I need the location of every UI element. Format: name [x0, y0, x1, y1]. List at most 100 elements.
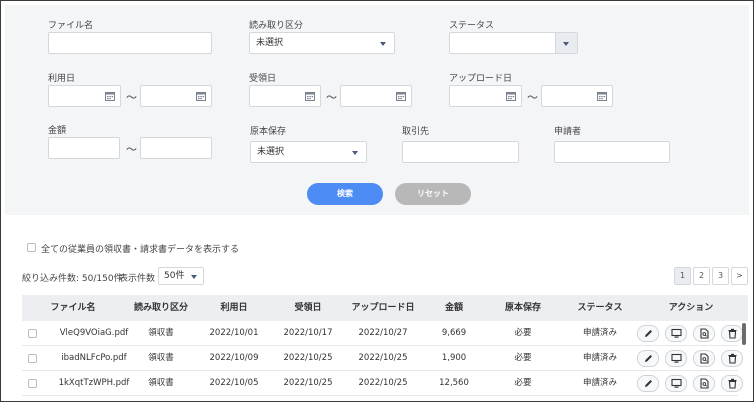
result-count: 絞り込み件数: 50/150件 — [22, 274, 123, 284]
calendar-icon[interactable] — [196, 91, 206, 101]
chevron-down-icon — [380, 42, 386, 46]
calendar-icon[interactable] — [597, 91, 607, 101]
date-range-separator: 〜 — [527, 91, 538, 104]
upload-date-label: アップロード日 — [449, 74, 513, 84]
upload-date-to-input[interactable] — [541, 85, 613, 107]
col-use-date: 利用日 — [220, 303, 248, 313]
show-all-label: 全ての従業員の領収書・請求書データを表示する — [41, 245, 240, 255]
page-1-button[interactable]: 1 — [674, 267, 691, 285]
delete-button[interactable] — [721, 350, 743, 367]
cell-amount: 9,669 — [441, 328, 467, 338]
calendar-icon[interactable] — [305, 91, 315, 101]
applicant-label: 申請者 — [554, 127, 582, 137]
receipt-date-from-input[interactable] — [249, 85, 321, 107]
calendar-icon[interactable] — [506, 91, 516, 101]
table-row: VleQ9VOiaG.pdf 領収書 2022/10/01 2022/10/17… — [22, 321, 743, 346]
table-header: ファイル名 読み取り区分 利用日 受領日 アップロード日 金額 原本保存 ステー… — [22, 295, 748, 321]
show-all-checkbox[interactable] — [27, 243, 36, 252]
cell-read-type: 領収書 — [148, 328, 174, 338]
edit-button[interactable] — [637, 375, 659, 392]
col-upload-date: アップロード日 — [351, 303, 415, 313]
app-window: ファイル名 読み取り区分 未選択 ステータス 利用日 〜 受領日 〜 アップロー… — [0, 0, 754, 402]
cell-read-type: 領収書 — [148, 353, 174, 363]
next-page-button[interactable]: > — [731, 267, 748, 285]
cell-upload-date: 2022/10/25 — [358, 378, 408, 388]
trash-icon — [728, 328, 737, 339]
calendar-icon[interactable] — [105, 91, 115, 101]
table-scrollbar[interactable] — [742, 323, 746, 345]
delete-button[interactable] — [721, 375, 743, 392]
cell-use-date: 2022/10/09 — [209, 353, 259, 363]
pencil-icon — [645, 380, 652, 387]
client-input[interactable] — [402, 141, 519, 163]
file-name-input[interactable] — [48, 32, 212, 54]
cell-amount: 12,560 — [439, 378, 469, 388]
status-select[interactable] — [449, 32, 578, 54]
monitor-icon — [671, 328, 682, 338]
col-original-storage: 原本保存 — [504, 303, 541, 313]
amount-max-input[interactable] — [140, 137, 212, 159]
delete-button[interactable] — [721, 325, 743, 342]
original-storage-select[interactable]: 未選択 — [250, 141, 367, 163]
date-range-separator: 〜 — [126, 91, 137, 104]
read-type-select[interactable]: 未選択 — [249, 32, 395, 54]
col-amount: 金額 — [444, 303, 463, 313]
edit-button[interactable] — [637, 325, 659, 342]
edit-button[interactable] — [637, 350, 659, 367]
per-page-select[interactable]: 50件 — [158, 267, 204, 285]
file-name-label: ファイル名 — [48, 21, 94, 31]
cell-upload-date: 2022/10/25 — [358, 353, 408, 363]
cell-use-date: 2022/10/01 — [209, 328, 259, 338]
document-button[interactable] — [693, 375, 715, 392]
document-button[interactable] — [693, 350, 715, 367]
search-panel: ファイル名 読み取り区分 未選択 ステータス 利用日 〜 受領日 〜 アップロー… — [5, 5, 749, 215]
read-type-label: 読み取り区分 — [249, 21, 304, 31]
monitor-icon — [671, 353, 682, 363]
col-receipt-date: 受領日 — [294, 303, 322, 313]
chevron-down-icon — [352, 151, 358, 155]
use-date-label: 利用日 — [48, 74, 76, 84]
table-row: ibadNLFcPo.pdf 領収書 2022/10/09 2022/10/25… — [22, 346, 743, 371]
original-storage-value: 未選択 — [257, 147, 285, 157]
document-search-icon — [700, 328, 709, 339]
cell-original: 必要 — [514, 378, 532, 388]
preview-button[interactable] — [665, 325, 687, 342]
preview-button[interactable] — [665, 350, 687, 367]
page-2-button[interactable]: 2 — [693, 267, 710, 285]
amount-min-input[interactable] — [48, 137, 120, 159]
trash-icon — [728, 378, 737, 389]
upload-date-from-input[interactable] — [449, 85, 522, 107]
status-label: ステータス — [449, 21, 495, 31]
preview-button[interactable] — [665, 375, 687, 392]
cell-receipt-date: 2022/10/17 — [283, 328, 333, 338]
use-date-from-input[interactable] — [48, 85, 121, 107]
receipt-date-label: 受領日 — [249, 74, 277, 84]
cell-upload-date: 2022/10/27 — [358, 328, 408, 338]
search-button[interactable]: 検索 — [307, 183, 383, 205]
cell-file-name[interactable]: ibadNLFcPo.pdf — [56, 346, 132, 371]
col-status: ステータス — [577, 303, 623, 313]
cell-file-name[interactable]: 1kXqtTzWPH.pdf — [56, 371, 132, 396]
document-search-icon — [700, 378, 709, 389]
page-3-button[interactable]: 3 — [712, 267, 729, 285]
reset-button[interactable]: リセット — [395, 183, 471, 205]
table-row: 1kXqtTzWPH.pdf 領収書 2022/10/05 2022/10/25… — [22, 371, 743, 396]
per-page-value: 50件 — [164, 271, 185, 281]
cell-receipt-date: 2022/10/25 — [283, 378, 333, 388]
row-checkbox[interactable] — [28, 329, 37, 338]
document-button[interactable] — [693, 325, 715, 342]
calendar-icon[interactable] — [396, 91, 406, 101]
receipt-date-to-input[interactable] — [340, 85, 412, 107]
use-date-to-input[interactable] — [140, 85, 212, 107]
col-action: アクション — [668, 303, 714, 313]
row-checkbox[interactable] — [28, 354, 37, 363]
status-dropdown-toggle[interactable] — [555, 33, 577, 53]
cell-file-name[interactable]: VleQ9VOiaG.pdf — [56, 321, 132, 346]
per-page-label: 表示件数 — [119, 274, 156, 284]
cell-amount: 1,900 — [441, 353, 467, 363]
applicant-input[interactable] — [554, 141, 670, 163]
amount-label: 金額 — [48, 126, 67, 136]
row-checkbox[interactable] — [28, 379, 37, 388]
cell-status: 申請済み — [582, 353, 617, 363]
document-search-icon — [700, 353, 709, 364]
